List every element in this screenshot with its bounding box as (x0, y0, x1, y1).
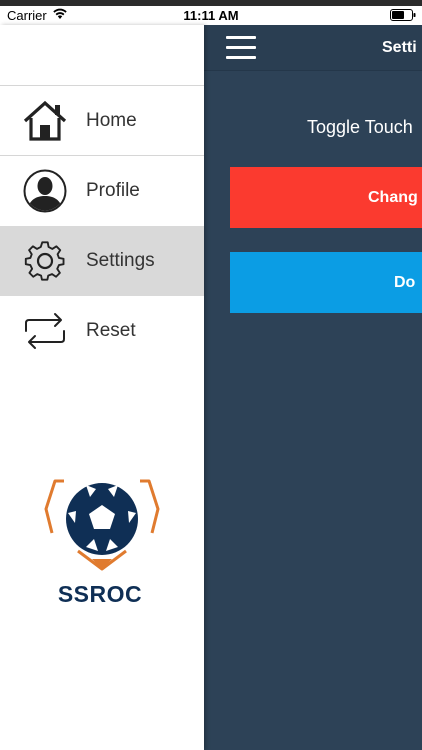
menu-item-label: Reset (86, 320, 136, 341)
menu-item-reset[interactable]: Reset (0, 296, 204, 366)
status-bar: Carrier 11:11 AM (0, 0, 422, 25)
menu-item-label: Profile (86, 180, 140, 201)
logo-text: SSROC (57, 581, 143, 607)
home-icon (23, 100, 67, 141)
menu-item-profile[interactable]: Profile (0, 156, 204, 226)
user-icon (23, 169, 67, 213)
menu-item-label: Home (86, 110, 137, 131)
ssroc-logo (44, 479, 160, 571)
toggle-touch-label: Toggle Touch (307, 117, 413, 137)
change-button[interactable]: Chang (230, 167, 422, 228)
done-button[interactable]: Do (230, 252, 422, 313)
battery-icon (390, 9, 416, 21)
menu-item-home[interactable]: Home (0, 86, 204, 156)
gear-icon (24, 241, 65, 281)
page-title: Setti (382, 39, 417, 56)
status-time: 11:11 AM (183, 8, 239, 23)
hamburger-menu-icon[interactable] (226, 36, 256, 60)
side-menu: Home Profile Settings Reset SSROC (0, 25, 204, 750)
refresh-icon (25, 313, 65, 349)
main-header: Setti (204, 25, 422, 71)
menu-item-label: Settings (86, 250, 155, 271)
main-panel: Setti Toggle Touch Chang Do (204, 25, 422, 750)
menu-item-settings[interactable]: Settings (0, 226, 204, 296)
